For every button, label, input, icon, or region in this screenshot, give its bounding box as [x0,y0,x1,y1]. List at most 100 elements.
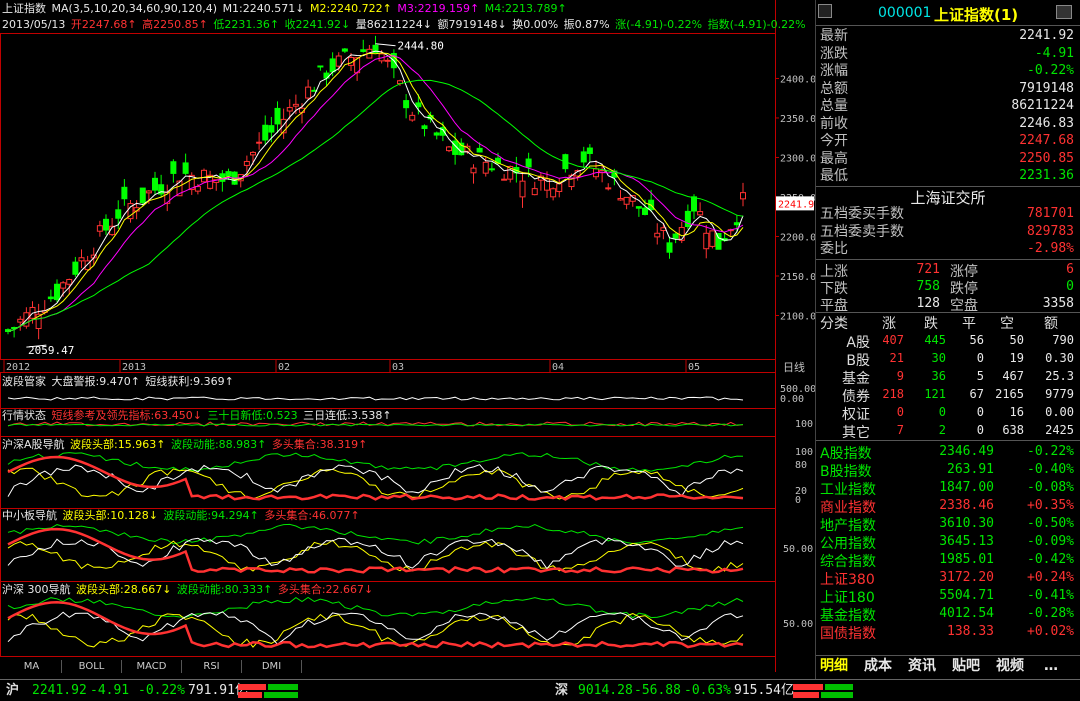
category-header: 空 [1000,316,1014,332]
index-name: 基金指数 [820,608,876,624]
candle-body [415,102,422,108]
candle-body [194,186,201,192]
quote-tab[interactable]: 明细 [820,656,848,676]
quote-low: 低2231.36↑ [213,18,280,31]
quote-row-value: 86211224 [1011,98,1074,113]
order-row: 委比 -2.98% [820,240,1074,258]
index-change: +0.35% [1027,498,1074,513]
tab-ma[interactable]: MA [2,660,62,673]
panel1-b: 短线获利:9.369↑ [145,375,234,388]
sh-label: 沪 [6,683,20,698]
quote-row-value: 2247.68 [1019,133,1074,148]
panel4-b: 波段动能:94.294↑ [163,509,259,522]
quote-row-label: 涨跌 [820,45,848,62]
quote-index-change: 指数(-4.91)-0.22% [707,18,806,31]
category-cell: 2165 [995,387,1024,401]
candle-body [145,190,152,194]
candle-body [78,257,85,262]
candle-body [519,180,526,198]
candle-body [329,58,336,73]
panel2-title: 行情状态 [2,409,46,422]
index-name: 国债指数 [820,626,876,642]
index-name: 地产指数 [820,518,876,534]
panel3-axis-label: 0 [795,495,801,506]
quote-tab[interactable]: 资讯 [908,656,936,676]
index-value: 2338.46 [939,498,994,513]
index-change: -0.42% [1027,552,1074,567]
index-change: +0.02% [1027,624,1074,639]
panel4-title: 中小板导航 [2,509,57,522]
panel1-white-line [7,396,744,401]
category-cell: A股 [846,335,870,351]
quote-row-label: 最新 [820,28,848,44]
candle-body [170,161,177,174]
panel1-a: 大盘警报:9.470↑ [51,375,140,388]
candle-body [703,232,710,250]
index-value: 1985.01 [939,552,994,567]
index-value: 4012.54 [939,606,994,621]
kline-chart-svg[interactable]: 2400.02350.02300.02250.02200.02150.02100… [0,0,815,672]
category-header: 跌 [924,316,938,332]
candle-body [617,197,624,201]
ma-m2: M2:2240.722↑ [309,2,392,15]
divider [816,440,1080,441]
category-header: 涨 [882,316,896,332]
panel5-yellow-line [7,613,744,648]
candle-body [66,279,73,285]
breadth-value: 6 [1066,262,1074,277]
quote-tab[interactable]: 视频 [996,656,1024,676]
candle-body [623,196,630,205]
ma3-line [7,55,744,332]
quote-row: 前收 2246.83 [820,115,1074,133]
order-row-value: 829783 [1027,223,1074,239]
quote-row-label: 涨幅 [820,63,848,79]
tab-macd[interactable]: MACD [122,660,182,673]
candle-body [243,161,250,166]
quote-row-value: 2250.85 [1019,150,1074,166]
quote-tab[interactable]: 贴吧 [952,656,980,676]
tab-boll[interactable]: BOLL [62,660,122,673]
time-tick-label: 02 [278,362,290,373]
low-mark-label: 2059.47 [28,344,74,357]
kline-chart-area[interactable]: 2400.02350.02300.02250.02200.02150.02100… [0,0,815,673]
window-icon[interactable] [1056,5,1072,19]
category-cell: B股 [846,353,870,369]
period-label: 日线 [783,360,805,374]
index-name: 工业指数 [820,482,876,498]
tab-dmi[interactable]: DMI [242,660,302,673]
time-tick-label: 05 [688,362,700,373]
index-value: 263.91 [947,462,994,477]
candle-body [642,207,648,215]
quote-row: 今开 2247.68 [820,132,1074,150]
back-icon[interactable] [818,4,832,18]
category-cell: 790 [1052,333,1074,347]
high-mark-label: 2444.80 [398,40,444,53]
quote-close: 收2241.92↓ [284,18,351,31]
candle-body [250,151,256,156]
candle-body [501,178,508,181]
candle-body [305,86,312,99]
tab-rsi[interactable]: RSI [182,660,242,673]
sz-label: 深 [555,683,569,698]
breadth-value: 0 [1066,279,1074,294]
category-cell: 7 [896,423,904,437]
price-tick-label: 2200.0 [780,232,815,243]
index-name: A股指数 [820,446,872,462]
category-cell: 36 [931,369,946,383]
candle-body [605,187,612,190]
quote-row-label: 总量 [820,98,848,114]
order-row-label: 委比 [820,241,848,257]
quote-tab[interactable]: 成本 [864,656,892,676]
candle-body [740,192,746,200]
candle-body [262,124,269,141]
quote-row: 最低 2231.36 [820,167,1074,185]
candle-body [335,55,342,67]
quote-row: 总量 86211224 [820,97,1074,115]
candle-body [470,167,477,174]
index-value: 3645.13 [939,534,994,549]
quote-tab[interactable]: … [1044,656,1058,676]
quote-date: 2013/05/13 [2,18,66,31]
quote-row-value: 2246.83 [1019,115,1074,131]
category-cell: 0 [976,405,984,419]
panel2-b: 三十日新低:0.523 [207,409,298,422]
